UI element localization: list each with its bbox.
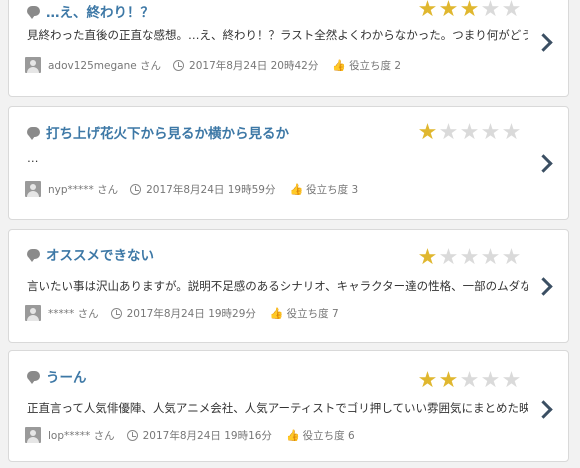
thumbs-up-icon: 👍 <box>285 428 300 442</box>
speech-bubble-icon <box>27 371 40 384</box>
star-empty-icon: ★ <box>459 368 480 393</box>
review-excerpt: 見終わった直後の正直な感想。…え、終わり！？ラスト全然よくわからなかった。つまり… <box>27 28 528 42</box>
user-avatar-icon <box>25 305 41 321</box>
star-filled-icon: ★ <box>417 245 438 270</box>
star-empty-icon: ★ <box>501 120 522 145</box>
star-empty-icon: ★ <box>459 120 480 145</box>
clock-icon <box>173 59 185 71</box>
star-empty-icon: ★ <box>480 0 501 22</box>
star-filled-icon: ★ <box>417 120 438 145</box>
thumbs-up-icon: 👍 <box>332 58 347 72</box>
review-excerpt: … <box>27 151 39 165</box>
star-filled-icon: ★ <box>417 0 438 22</box>
star-empty-icon: ★ <box>501 368 522 393</box>
star-empty-icon: ★ <box>501 0 522 22</box>
user-avatar-icon <box>25 427 41 443</box>
user-avatar-icon <box>25 57 41 73</box>
thumbs-up-icon: 👍 <box>269 306 284 320</box>
review-title-row: うーん <box>27 366 87 386</box>
review-title[interactable]: うーん <box>46 366 87 386</box>
review-excerpt: 言いたい事は沢山ありますが。説明不足感のあるシナリオ、キャラクター達の性格、一部… <box>27 279 528 293</box>
review-title[interactable]: オススメできない <box>46 244 154 264</box>
star-empty-icon: ★ <box>438 245 459 270</box>
clock-icon <box>110 307 122 319</box>
review-title-row: 打ち上げ花火下から見るか横から見るか <box>27 122 289 142</box>
review-excerpt: 正直言って人気俳優陣、人気アニメ会社、人気アーティストでゴリ押していい雰囲気にま… <box>27 401 528 415</box>
review-meta: adov125megane さん 2017年8月24日 20時42分 👍 役立ち… <box>25 57 401 73</box>
reviewer-name[interactable]: adov125megane さん <box>48 58 161 73</box>
review-date: 2017年8月24日 20時42分 <box>189 59 319 72</box>
star-empty-icon: ★ <box>438 120 459 145</box>
review-meta: nyp***** さん 2017年8月24日 19時59分 👍 役立ち度 3 <box>25 181 358 197</box>
helpful-count: 役立ち度 7 <box>286 307 339 320</box>
review-meta: ***** さん 2017年8月24日 19時29分 👍 役立ち度 7 <box>25 305 339 321</box>
speech-bubble-icon <box>27 249 40 262</box>
clock-icon <box>126 429 138 441</box>
review-card[interactable]: オススメできない ★ ★ ★ ★ ★ 言いたい事は沢山ありますが。説明不足感のあるシナリ… <box>8 229 569 343</box>
user-avatar-icon <box>25 181 41 197</box>
review-card[interactable]: 打ち上げ花火下から見るか横から見るか ★ ★ ★ ★ ★ … nyp***** さん 2… <box>8 106 569 220</box>
review-title[interactable]: …え、終わり！？ <box>46 1 154 21</box>
chevron-right-icon[interactable] <box>534 33 553 52</box>
review-card[interactable]: …え、終わり！？ ★ ★ ★ ★ ★ 見終わった直後の正直な感想。…え、終わり！？ラスト… <box>8 0 569 97</box>
star-filled-icon: ★ <box>459 0 480 22</box>
review-meta: lop***** さん 2017年8月24日 19時16分 👍 役立ち度 6 <box>25 427 355 443</box>
reviewer-name[interactable]: ***** さん <box>48 306 99 321</box>
star-rating: ★ ★ ★ ★ ★ <box>417 122 522 144</box>
chevron-right-icon[interactable] <box>534 400 553 419</box>
clock-icon <box>130 183 142 195</box>
star-empty-icon: ★ <box>501 245 522 270</box>
review-date: 2017年8月24日 19時16分 <box>142 429 272 442</box>
reviewer-name[interactable]: nyp***** さん <box>48 182 118 197</box>
review-title[interactable]: 打ち上げ花火下から見るか横から見るか <box>46 122 289 142</box>
speech-bubble-icon <box>27 127 40 140</box>
reviewer-name[interactable]: lop***** さん <box>48 428 115 443</box>
star-empty-icon: ★ <box>480 245 501 270</box>
review-title-row: …え、終わり！？ <box>27 1 154 21</box>
star-empty-icon: ★ <box>459 245 480 270</box>
helpful-count: 役立ち度 3 <box>306 183 359 196</box>
star-rating: ★ ★ ★ ★ ★ <box>417 247 522 269</box>
star-empty-icon: ★ <box>480 368 501 393</box>
chevron-right-icon[interactable] <box>534 277 553 296</box>
star-filled-icon: ★ <box>438 368 459 393</box>
star-empty-icon: ★ <box>480 120 501 145</box>
star-filled-icon: ★ <box>417 368 438 393</box>
helpful-count: 役立ち度 6 <box>302 429 355 442</box>
star-rating: ★ ★ ★ ★ ★ <box>417 0 522 21</box>
star-filled-icon: ★ <box>438 0 459 22</box>
helpful-count: 役立ち度 2 <box>349 59 402 72</box>
thumbs-up-icon: 👍 <box>289 182 304 196</box>
speech-bubble-icon <box>27 6 40 19</box>
review-date: 2017年8月24日 19時59分 <box>146 183 276 196</box>
review-date: 2017年8月24日 19時29分 <box>126 307 256 320</box>
review-card[interactable]: うーん ★ ★ ★ ★ ★ 正直言って人気俳優陣、人気アニメ会社、人気アーティストでゴリ… <box>8 350 569 462</box>
review-title-row: オススメできない <box>27 244 154 264</box>
star-rating: ★ ★ ★ ★ ★ <box>417 370 522 392</box>
chevron-right-icon[interactable] <box>534 154 553 173</box>
